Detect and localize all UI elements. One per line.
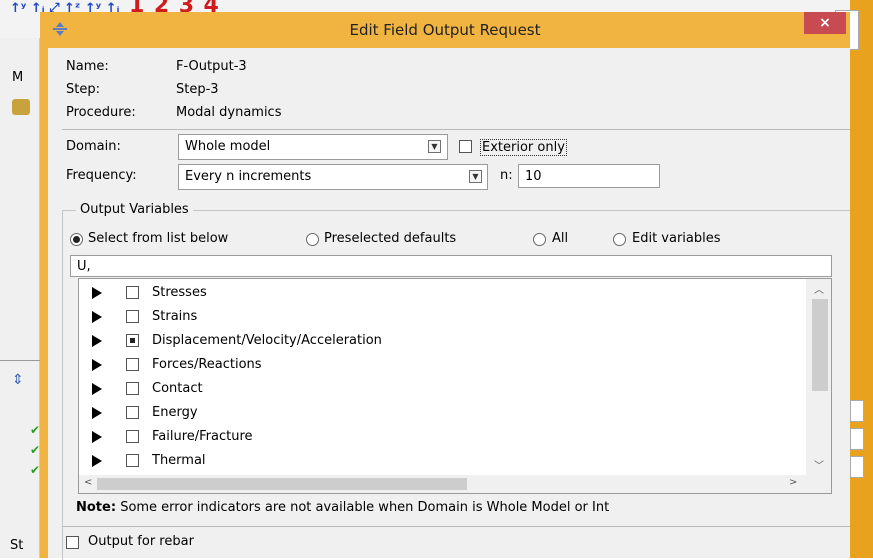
dialog-body: Name: F-Output-3 Step: Step-3 Procedure:… [48,48,850,560]
output-for-rebar-checkbox[interactable] [66,536,79,549]
list-item-displacement[interactable]: Displacement/Velocity/Acceleration [79,330,799,354]
n-label: n: [500,168,513,183]
list-item-label: Strains [152,309,198,324]
list-item-contact[interactable]: Contact [79,378,799,402]
radio-select-from-list[interactable] [70,233,83,246]
expand-arrow-icon[interactable] [92,407,102,419]
exterior-only-checkbox[interactable] [459,140,472,153]
dialog-title: Edit Field Output Request [349,21,541,39]
output-for-rebar-label[interactable]: Output for rebar [88,534,194,549]
manager-icon: ⇕ [12,372,24,388]
list-item-label: Failure/Fracture [152,429,253,444]
expand-arrow-icon[interactable] [92,455,102,467]
scroll-down-icon[interactable]: ﹀ [814,457,824,472]
horizontal-scroll-thumb[interactable] [97,478,467,490]
status-label: St [10,538,24,553]
frequency-select[interactable]: Every n increments [178,164,488,190]
procedure-label: Procedure: [66,105,136,120]
radio-edit-variables[interactable] [613,233,626,246]
displacement-checkbox[interactable] [126,334,139,347]
frequency-dropdown-chevron-icon[interactable]: ▼ [469,170,482,183]
exterior-only-label[interactable]: Exterior only [480,139,567,156]
step-label: Step: [66,82,100,97]
strains-checkbox[interactable] [126,310,139,323]
panel-divider [0,360,40,361]
radio-all[interactable] [533,233,546,246]
list-item-forces[interactable]: Forces/Reactions [79,354,799,378]
radio-preselected-defaults[interactable] [306,233,319,246]
horizontal-scrollbar[interactable]: < > [79,475,806,493]
expand-arrow-icon[interactable] [92,359,102,371]
scroll-right-icon[interactable]: > [789,477,797,488]
output-variables-list[interactable]: Stresses Strains Displacement/Velocity/A… [78,278,832,494]
list-item-label: Stresses [152,285,207,300]
list-item-strains[interactable]: Strains [79,306,799,330]
n-increments-field[interactable]: 10 [518,164,660,188]
section-divider [62,129,850,130]
list-item-label: Displacement/Velocity/Acceleration [152,333,382,348]
scroll-left-icon[interactable]: < [84,477,92,488]
radio-all-label[interactable]: All [552,231,568,246]
job-status-check-icons: ✔ ✔ ✔ [30,423,41,477]
list-item-failure[interactable]: Failure/Fracture [79,426,799,450]
list-item-label: Energy [152,405,198,420]
domain-dropdown-chevron-icon[interactable]: ▼ [428,140,441,153]
failure-checkbox[interactable] [126,430,139,443]
dialog-titlebar[interactable]: Edit Field Output Request × [40,12,850,48]
vertical-scroll-thumb[interactable] [812,299,828,391]
frequency-select-value: Every n increments [185,169,312,184]
note-message: Some error indicators are not available … [120,500,610,515]
list-item-thermal[interactable]: Thermal [79,450,799,474]
vertical-scrollbar[interactable]: ︿ ﹀ [806,279,831,475]
radio-select-from-list-label[interactable]: Select from list below [88,231,228,246]
expand-arrow-icon[interactable] [92,287,102,299]
list-item-energy[interactable]: Energy [79,402,799,426]
procedure-value: Modal dynamics [176,105,282,120]
model-tab-label[interactable]: M [12,70,23,85]
output-variables-title: Output Variables [76,202,193,217]
close-button[interactable]: × [804,12,846,34]
domain-select-value: Whole model [185,139,271,154]
model-tree-panel [0,38,40,558]
frequency-label: Frequency: [66,168,137,183]
stresses-checkbox[interactable] [126,286,139,299]
radio-edit-variables-label[interactable]: Edit variables [632,231,721,246]
energy-checkbox[interactable] [126,406,139,419]
edit-field-output-dialog: Edit Field Output Request × Name: F-Outp… [40,12,850,560]
list-item-label: Contact [152,381,203,396]
note-prefix: Note: [76,500,117,515]
background-right-controls [850,400,870,550]
forces-checkbox[interactable] [126,358,139,371]
rebar-divider [62,526,850,527]
domain-label: Domain: [66,139,121,154]
domain-select[interactable]: Whole model [178,134,448,160]
variables-filter-field[interactable]: U, [70,255,832,277]
step-value: Step-3 [176,82,219,97]
contact-checkbox[interactable] [126,382,139,395]
scroll-up-icon[interactable]: ︿ [814,281,824,296]
note-text: Note: Some error indicators are not avai… [76,500,848,520]
expand-arrow-icon[interactable] [92,431,102,443]
radio-preselected-defaults-label[interactable]: Preselected defaults [324,231,456,246]
name-value: F-Output-3 [176,59,247,74]
expand-arrow-icon[interactable] [92,383,102,395]
expand-arrow-icon[interactable] [92,335,102,347]
model-tree-icon[interactable] [12,99,30,115]
thermal-checkbox[interactable] [126,454,139,467]
expand-arrow-icon[interactable] [92,311,102,323]
list-item-label: Forces/Reactions [152,357,262,372]
list-item-stresses[interactable]: Stresses [79,282,799,306]
scrollbar-corner [806,475,831,493]
name-label: Name: [66,59,109,74]
list-item-label: Thermal [152,453,206,468]
